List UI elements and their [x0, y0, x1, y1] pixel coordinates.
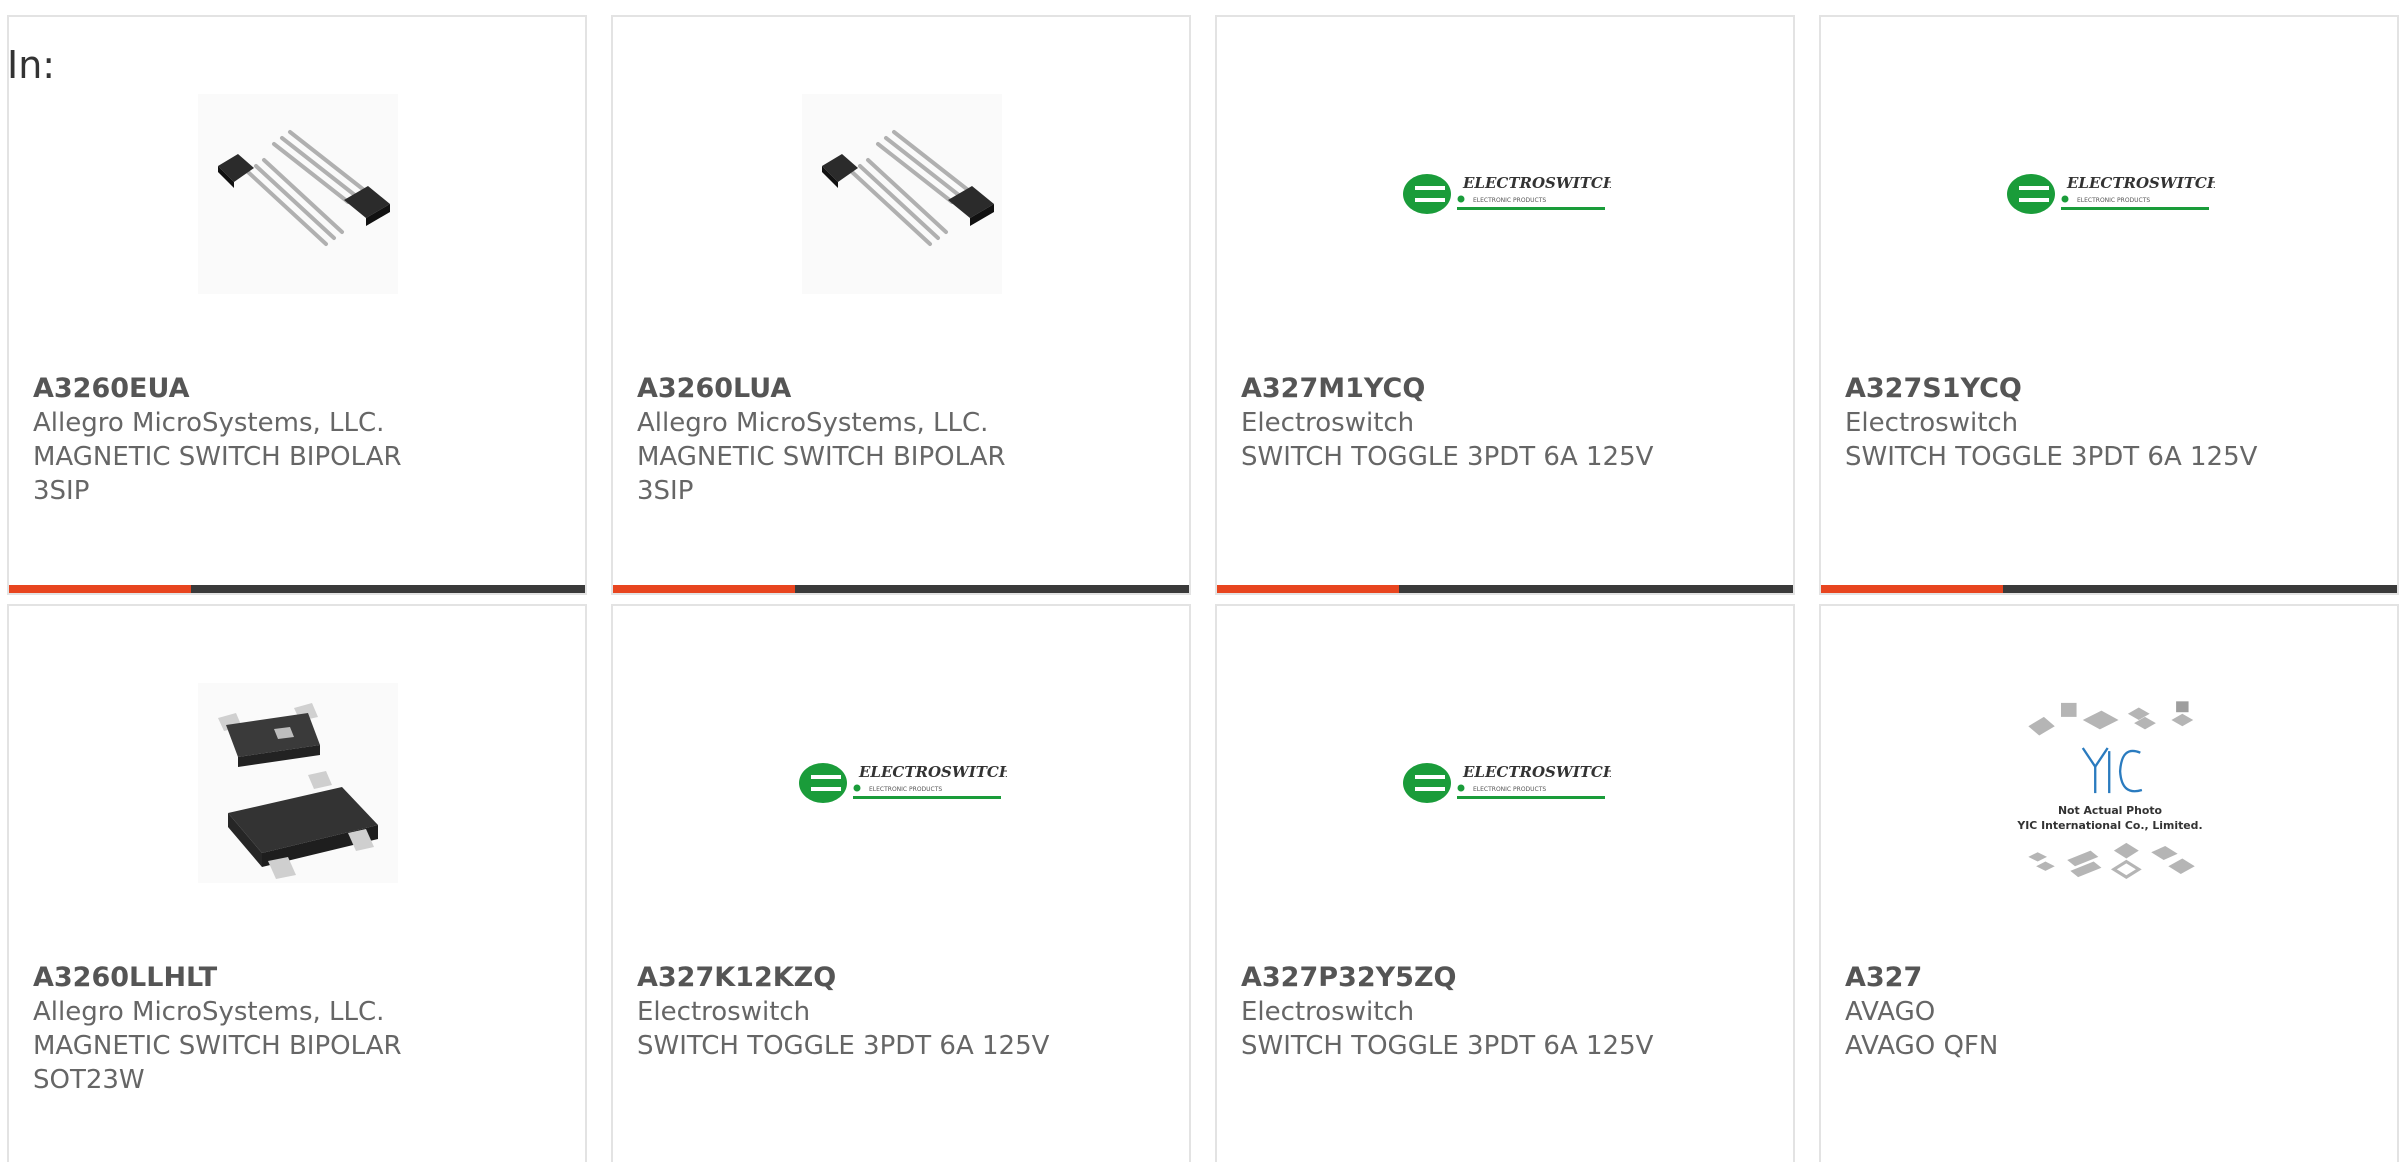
product-image[interactable]: ELECTROSWITCH ELECTRONIC PRODUCTS: [1401, 89, 1611, 299]
description-line-1: SWITCH TOGGLE 3PDT 6A 125V: [1845, 442, 2258, 472]
manufacturer: Electroswitch: [1241, 408, 1415, 438]
part-number[interactable]: A327S1YCQ: [1845, 372, 2365, 406]
electroswitch-logo-icon: ELECTROSWITCH ELECTRONIC PRODUCTS: [799, 763, 1007, 803]
product-card[interactable]: ELECTROSWITCH ELECTRONIC PRODUCTS A327P3…: [1215, 604, 1795, 1162]
manufacturer: AVAGO: [1845, 997, 1936, 1027]
electroswitch-logo-tagline: ELECTRONIC PRODUCTS: [1473, 197, 1546, 204]
card-bottom-bar: [9, 585, 585, 593]
card-accent-bar: [9, 585, 191, 593]
product-image[interactable]: ELECTROSWITCH ELECTRONIC PRODUCTS: [1401, 678, 1611, 888]
sip-transistor-photo-icon: [198, 94, 398, 294]
product-card[interactable]: ELECTROSWITCH ELECTRONIC PRODUCTS A327S1…: [1819, 15, 2399, 595]
yic-placeholder-icon: Not Actual Photo YIC International Co., …: [2016, 701, 2203, 879]
product-text: A3260LLHLT Allegro MicroSystems, LLC. MA…: [33, 961, 553, 1097]
product-image[interactable]: [193, 678, 403, 888]
product-card[interactable]: A3260LUA Allegro MicroSystems, LLC. MAGN…: [611, 15, 1191, 595]
electroswitch-logo-tagline: ELECTRONIC PRODUCTS: [1473, 786, 1546, 793]
product-card[interactable]: ELECTROSWITCH ELECTRONIC PRODUCTS A327K1…: [611, 604, 1191, 1162]
electroswitch-logo-name: ELECTROSWITCH: [1462, 763, 1611, 781]
product-grid-page: In: A3260EUA Allegro MicroSystems, LLC. …: [0, 0, 2400, 1162]
product-text: A327S1YCQ Electroswitch SWITCH TOGGLE 3P…: [1845, 372, 2365, 474]
card-accent-bar: [1217, 585, 1399, 593]
description-line-1: SWITCH TOGGLE 3PDT 6A 125V: [637, 1031, 1050, 1061]
product-card[interactable]: Not Actual Photo YIC International Co., …: [1819, 604, 2399, 1162]
sip-transistor-photo-icon: [802, 94, 1002, 294]
manufacturer: Electroswitch: [1241, 997, 1415, 1027]
product-text: A327M1YCQ Electroswitch SWITCH TOGGLE 3P…: [1241, 372, 1761, 474]
card-accent-bar: [1821, 585, 2003, 593]
card-bottom-bar: [1217, 585, 1793, 593]
part-number[interactable]: A327K12KZQ: [637, 961, 1157, 995]
sot23-package-photo-icon: [198, 683, 398, 883]
card-bottom-bar: [1821, 585, 2397, 593]
electroswitch-logo-name: ELECTROSWITCH: [1462, 174, 1611, 192]
part-number[interactable]: A327M1YCQ: [1241, 372, 1761, 406]
part-number[interactable]: A3260LUA: [637, 372, 1157, 406]
electroswitch-logo-tagline: ELECTRONIC PRODUCTS: [869, 786, 942, 793]
description-line-1: MAGNETIC SWITCH BIPOLAR: [33, 1031, 402, 1061]
description-line-1: MAGNETIC SWITCH BIPOLAR: [33, 442, 402, 472]
description-line-1: SWITCH TOGGLE 3PDT 6A 125V: [1241, 442, 1654, 472]
product-image[interactable]: ELECTROSWITCH ELECTRONIC PRODUCTS: [2005, 89, 2215, 299]
description-line-2: 3SIP: [637, 476, 694, 506]
manufacturer: Allegro MicroSystems, LLC.: [637, 408, 989, 438]
manufacturer: Allegro MicroSystems, LLC.: [33, 997, 385, 1027]
in-label: In:: [7, 43, 56, 87]
product-image[interactable]: Not Actual Photo YIC International Co., …: [2005, 678, 2215, 888]
part-number[interactable]: A327: [1845, 961, 2365, 995]
product-text: A327P32Y5ZQ Electroswitch SWITCH TOGGLE …: [1241, 961, 1761, 1063]
description-line-2: SOT23W: [33, 1065, 145, 1095]
electroswitch-logo-tagline: ELECTRONIC PRODUCTS: [2077, 197, 2150, 204]
description-line-2: 3SIP: [33, 476, 90, 506]
electroswitch-logo-name: ELECTROSWITCH: [2066, 174, 2215, 192]
part-number[interactable]: A3260EUA: [33, 372, 553, 406]
electroswitch-logo-icon: ELECTROSWITCH ELECTRONIC PRODUCTS: [1403, 763, 1611, 803]
product-text: A327K12KZQ Electroswitch SWITCH TOGGLE 3…: [637, 961, 1157, 1063]
yic-line-2: YIC International Co., Limited.: [2016, 819, 2202, 832]
manufacturer: Electroswitch: [1845, 408, 2019, 438]
product-card[interactable]: ELECTROSWITCH ELECTRONIC PRODUCTS A327M1…: [1215, 15, 1795, 595]
product-card[interactable]: A3260LLHLT Allegro MicroSystems, LLC. MA…: [7, 604, 587, 1162]
card-bottom-bar: [613, 585, 1189, 593]
product-image[interactable]: [193, 89, 403, 299]
description-line-1: AVAGO QFN: [1845, 1031, 1999, 1061]
manufacturer: Electroswitch: [637, 997, 811, 1027]
product-image[interactable]: [797, 89, 1007, 299]
yic-line-1: Not Actual Photo: [2058, 804, 2162, 817]
product-text: A3260EUA Allegro MicroSystems, LLC. MAGN…: [33, 372, 553, 508]
part-number[interactable]: A3260LLHLT: [33, 961, 553, 995]
product-image[interactable]: ELECTROSWITCH ELECTRONIC PRODUCTS: [797, 678, 1007, 888]
electroswitch-logo-icon: ELECTROSWITCH ELECTRONIC PRODUCTS: [1403, 174, 1611, 214]
description-line-1: SWITCH TOGGLE 3PDT 6A 125V: [1241, 1031, 1654, 1061]
product-text: A3260LUA Allegro MicroSystems, LLC. MAGN…: [637, 372, 1157, 508]
product-text: A327 AVAGO AVAGO QFN: [1845, 961, 2365, 1063]
manufacturer: Allegro MicroSystems, LLC.: [33, 408, 385, 438]
product-card[interactable]: A3260EUA Allegro MicroSystems, LLC. MAGN…: [7, 15, 587, 595]
description-line-1: MAGNETIC SWITCH BIPOLAR: [637, 442, 1006, 472]
part-number[interactable]: A327P32Y5ZQ: [1241, 961, 1761, 995]
card-accent-bar: [613, 585, 795, 593]
electroswitch-logo-name: ELECTROSWITCH: [858, 763, 1007, 781]
electroswitch-logo-icon: ELECTROSWITCH ELECTRONIC PRODUCTS: [2007, 174, 2215, 214]
